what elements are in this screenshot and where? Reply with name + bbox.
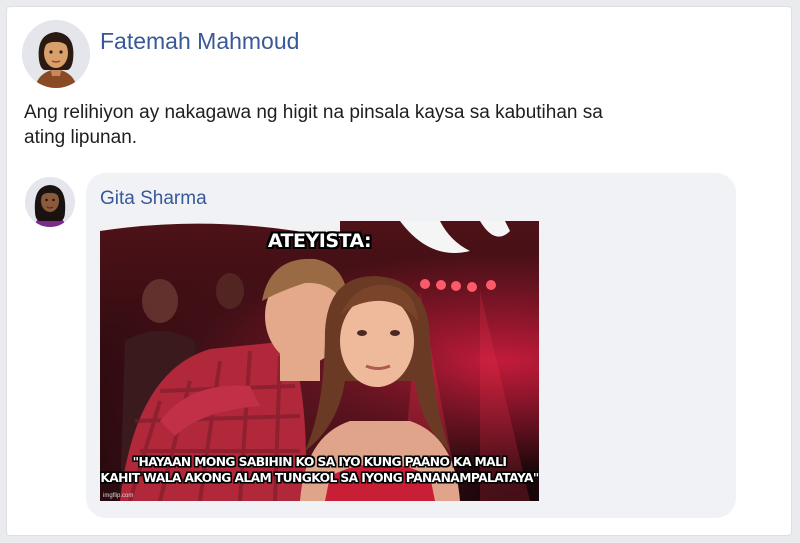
meme-top-caption: ATEYISTA: — [267, 230, 372, 252]
meme-image[interactable]: ATEYISTA: "HAYAAN MONG SABIHIN KO SA IYO… — [100, 221, 539, 501]
female-avatar-icon — [25, 177, 75, 227]
female-avatar-icon — [22, 20, 90, 88]
post-text: Ang relihiyon ay nakagawa ng higit na pi… — [24, 102, 603, 148]
post-author-name[interactable]: Fatemah Mahmoud — [100, 28, 299, 55]
meme-bottom-caption: "HAYAAN MONG SABIHIN KO SA IYO KUNG PAAN… — [100, 454, 539, 486]
reply-author-name[interactable]: Gita Sharma — [100, 188, 207, 210]
meme-watermark: imgflip.com — [103, 493, 134, 499]
reply-author-avatar[interactable] — [25, 177, 75, 227]
meme-bottom-line-2: KAHIT WALA AKONG ALAM TUNGKOL SA IYONG P… — [100, 471, 539, 485]
meme-bottom-line-1: "HAYAAN MONG SABIHIN KO SA IYO KUNG PAAN… — [132, 455, 507, 469]
post-author-avatar[interactable] — [22, 20, 90, 88]
